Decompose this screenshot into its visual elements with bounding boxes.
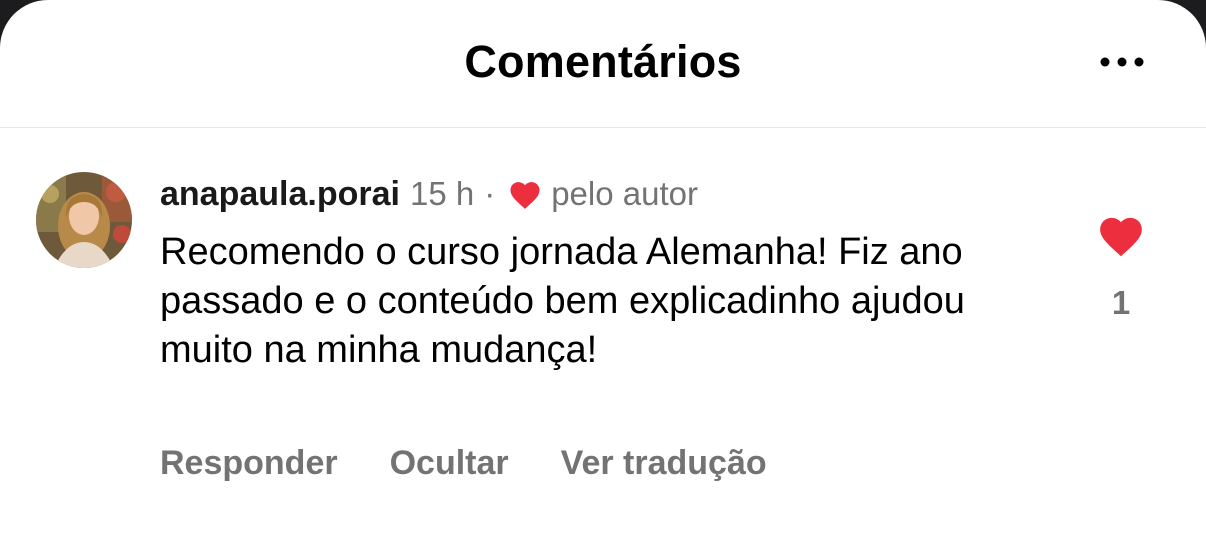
like-count: 1: [1111, 284, 1131, 321]
comments-sheet: Comentários anapaula.porai 15 h · pelo a…: [0, 0, 1206, 560]
more-options-button[interactable]: [1094, 44, 1150, 80]
reply-button[interactable]: Responder: [160, 444, 338, 483]
hide-button[interactable]: Ocultar: [390, 444, 509, 483]
author-heart-icon: [510, 182, 540, 209]
comments-header: Comentários: [0, 0, 1206, 128]
see-translation-button[interactable]: Ver tradução: [561, 444, 767, 483]
ellipsis-icon: [1100, 57, 1144, 67]
comment-text: Recomendo o curso jornada Alemanha! Fiz …: [160, 231, 965, 371]
comment-username[interactable]: anapaula.porai: [160, 175, 400, 214]
comment-meta: anapaula.porai 15 h · pelo autor: [160, 174, 698, 214]
like-button[interactable]: [1096, 212, 1146, 258]
comment-actions: Responder Ocultar Ver tradução: [160, 444, 819, 483]
meta-separator: ·: [484, 175, 496, 212]
avatar[interactable]: [36, 172, 132, 268]
page-title: Comentários: [464, 36, 742, 87]
comment-timestamp: 15 h: [409, 175, 475, 212]
author-like-label: pelo autor: [551, 175, 698, 212]
